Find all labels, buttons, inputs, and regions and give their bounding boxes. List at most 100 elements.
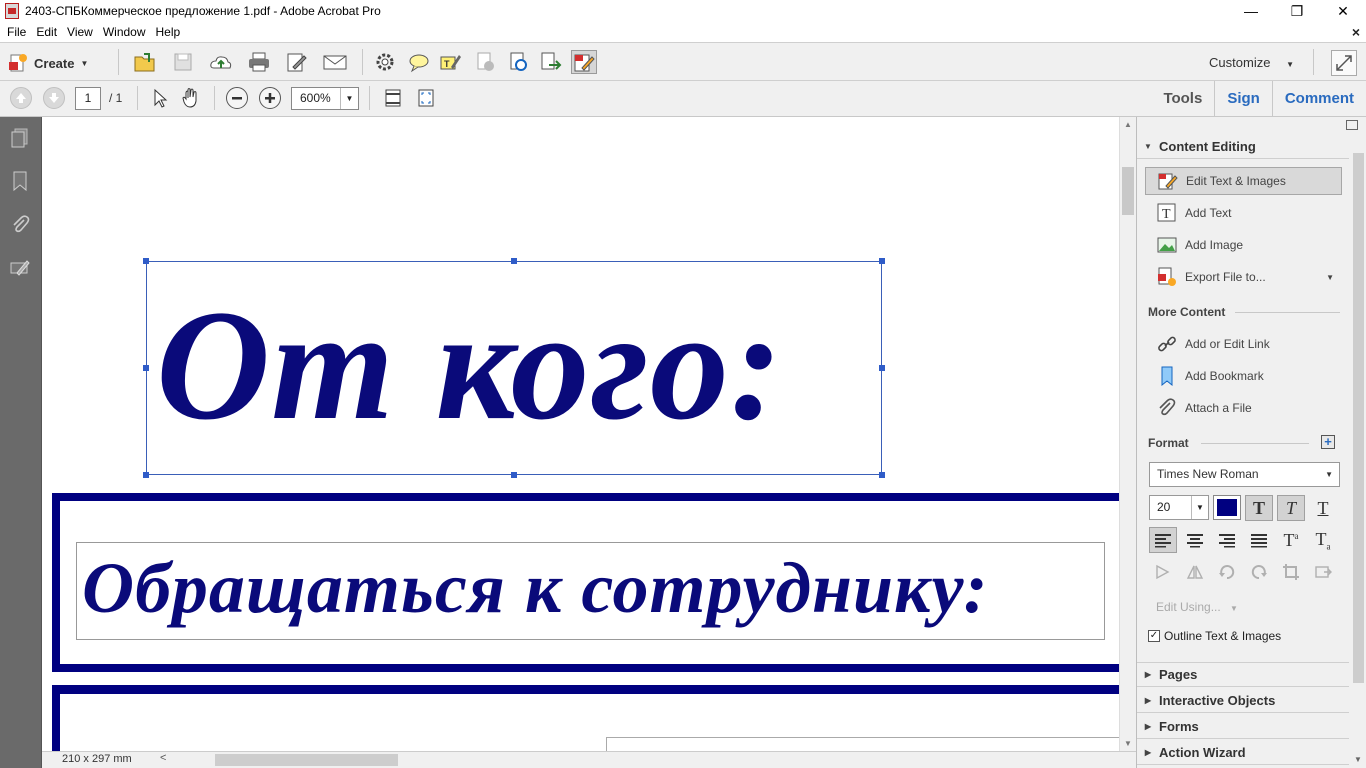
hand-tool-button[interactable] — [178, 86, 204, 110]
add-bookmark-tool[interactable]: Add Bookmark — [1145, 362, 1342, 390]
scroll-left-icon[interactable]: < — [160, 752, 166, 764]
edit-using-dropdown[interactable]: Edit Using... ▼ — [1156, 600, 1238, 614]
bookmarks-button[interactable] — [9, 170, 31, 192]
close-document-button[interactable]: × — [1352, 24, 1360, 40]
attach-file-tool[interactable]: Attach a File — [1145, 394, 1342, 422]
export-file-tool[interactable]: Export File to... ▼ — [1145, 263, 1342, 291]
underline-button[interactable]: T — [1309, 495, 1337, 521]
fit-width-button[interactable] — [380, 86, 406, 110]
svg-text:T: T — [444, 59, 450, 69]
chevron-down-icon[interactable]: ▼ — [1326, 273, 1334, 282]
add-text-tool[interactable]: T Add Text — [1145, 199, 1342, 227]
menu-help[interactable]: Help — [152, 25, 185, 39]
selection-handle[interactable] — [879, 258, 885, 264]
next-page-button[interactable] — [43, 87, 65, 109]
selection-handle[interactable] — [143, 472, 149, 478]
font-family-select[interactable]: Times New Roman ▼ — [1149, 462, 1340, 487]
crop-image-button[interactable] — [1277, 559, 1305, 585]
flip-horizontal-button[interactable] — [1149, 559, 1177, 585]
edit-document-button[interactable] — [284, 50, 310, 74]
italic-button[interactable]: T — [1277, 495, 1305, 521]
selection-handle[interactable] — [511, 258, 517, 264]
rotate-right-button[interactable] — [1245, 559, 1273, 585]
save-button[interactable] — [170, 50, 196, 74]
attachments-button[interactable] — [9, 213, 31, 235]
settings-button[interactable] — [372, 50, 398, 74]
fit-page-button[interactable] — [413, 86, 439, 110]
interactive-objects-section-header[interactable]: ▶ Interactive Objects — [1137, 688, 1349, 713]
create-button[interactable]: Create ▼ — [8, 51, 88, 75]
edit-text-images-tool[interactable]: Edit Text & Images — [1145, 167, 1342, 195]
document-view[interactable]: От кого: Обращаться к сотруднику: — [42, 117, 1119, 751]
selection-handle[interactable] — [143, 258, 149, 264]
document-vertical-scrollbar[interactable]: ▲ ▼ — [1119, 117, 1136, 751]
signatures-button[interactable] — [9, 257, 31, 279]
page-number-input[interactable]: 1 — [75, 87, 101, 110]
align-left-button[interactable] — [1149, 527, 1177, 553]
font-color-picker[interactable] — [1213, 495, 1241, 520]
sign-link[interactable]: Sign — [1214, 81, 1272, 117]
highlight-button[interactable]: T — [438, 50, 464, 74]
menu-view[interactable]: View — [63, 25, 97, 39]
page-thumbnails-button[interactable] — [9, 127, 31, 149]
comment-link[interactable]: Comment — [1271, 81, 1366, 117]
full-screen-button[interactable] — [1331, 50, 1357, 76]
add-edit-link-tool[interactable]: Add or Edit Link — [1145, 330, 1342, 358]
scroll-down-icon[interactable]: ▼ — [1124, 739, 1132, 748]
previous-page-button[interactable] — [10, 87, 32, 109]
forms-section-header[interactable]: ▶ Forms — [1137, 714, 1349, 739]
checkbox-checked-icon[interactable]: ✓ — [1148, 630, 1160, 642]
zoom-out-button[interactable] — [226, 87, 248, 109]
protect-button[interactable] — [505, 50, 531, 74]
content-editing-header[interactable]: ▼ Content Editing — [1137, 134, 1349, 159]
menu-window[interactable]: Window — [99, 25, 150, 39]
scroll-up-icon[interactable]: ▲ — [1124, 120, 1132, 129]
export-button[interactable] — [538, 50, 564, 74]
selection-handle[interactable] — [511, 472, 517, 478]
text-block-outline[interactable] — [606, 737, 1119, 751]
scrollbar-thumb[interactable] — [1122, 167, 1134, 215]
open-button[interactable] — [132, 50, 158, 74]
font-size-select[interactable]: 20 ▼ — [1149, 495, 1209, 520]
zoom-in-button[interactable] — [259, 87, 281, 109]
selection-handle[interactable] — [879, 472, 885, 478]
minimize-button[interactable]: — — [1228, 0, 1274, 22]
outline-text-images-option[interactable]: ✓ Outline Text & Images — [1148, 629, 1281, 643]
tools-link[interactable]: Tools — [1151, 81, 1214, 117]
scrollbar-thumb[interactable] — [1353, 153, 1364, 683]
selection-handle[interactable] — [879, 365, 885, 371]
pages-section-header[interactable]: ▶ Pages — [1137, 662, 1349, 687]
superscript-button[interactable]: Ta — [1277, 527, 1305, 553]
bold-button[interactable]: T — [1245, 495, 1273, 521]
text-selection-box[interactable] — [146, 261, 882, 475]
email-button[interactable] — [322, 50, 348, 74]
menu-file[interactable]: File — [3, 25, 30, 39]
select-tool-button[interactable] — [147, 86, 173, 110]
justify-button[interactable] — [1245, 527, 1273, 553]
add-image-tool[interactable]: Add Image — [1145, 231, 1342, 259]
action-wizard-section-header[interactable]: ▶ Action Wizard — [1137, 740, 1349, 765]
align-center-button[interactable] — [1181, 527, 1209, 553]
selection-handle[interactable] — [143, 365, 149, 371]
replace-image-button[interactable] — [1309, 559, 1337, 585]
scroll-down-icon[interactable]: ▼ — [1354, 755, 1362, 764]
close-window-button[interactable]: ✕ — [1320, 0, 1366, 22]
edit-text-images-toolbar-button[interactable] — [571, 50, 597, 74]
horizontal-scrollbar-thumb[interactable] — [215, 754, 398, 766]
add-format-plus-icon[interactable]: + — [1321, 435, 1335, 449]
maximize-button[interactable]: ❐ — [1274, 0, 1320, 22]
tools-pane-scrollbar[interactable]: ▼ — [1350, 135, 1366, 768]
flip-vertical-button[interactable] — [1181, 559, 1209, 585]
pane-options-icon[interactable] — [1346, 120, 1358, 130]
customize-dropdown[interactable]: Customize ▼ — [1209, 55, 1294, 70]
upload-cloud-button[interactable] — [208, 50, 234, 74]
menu-edit[interactable]: Edit — [32, 25, 61, 39]
redact-button[interactable] — [472, 50, 498, 74]
rotate-left-button[interactable] — [1213, 559, 1241, 585]
print-button[interactable] — [246, 50, 272, 74]
zoom-level-select[interactable]: 600% ▼ — [291, 87, 359, 110]
document-subheading[interactable]: Обращаться к сотруднику: — [82, 545, 989, 631]
align-right-button[interactable] — [1213, 527, 1241, 553]
subscript-button[interactable]: Ta — [1309, 527, 1337, 553]
comment-button[interactable] — [406, 50, 432, 74]
